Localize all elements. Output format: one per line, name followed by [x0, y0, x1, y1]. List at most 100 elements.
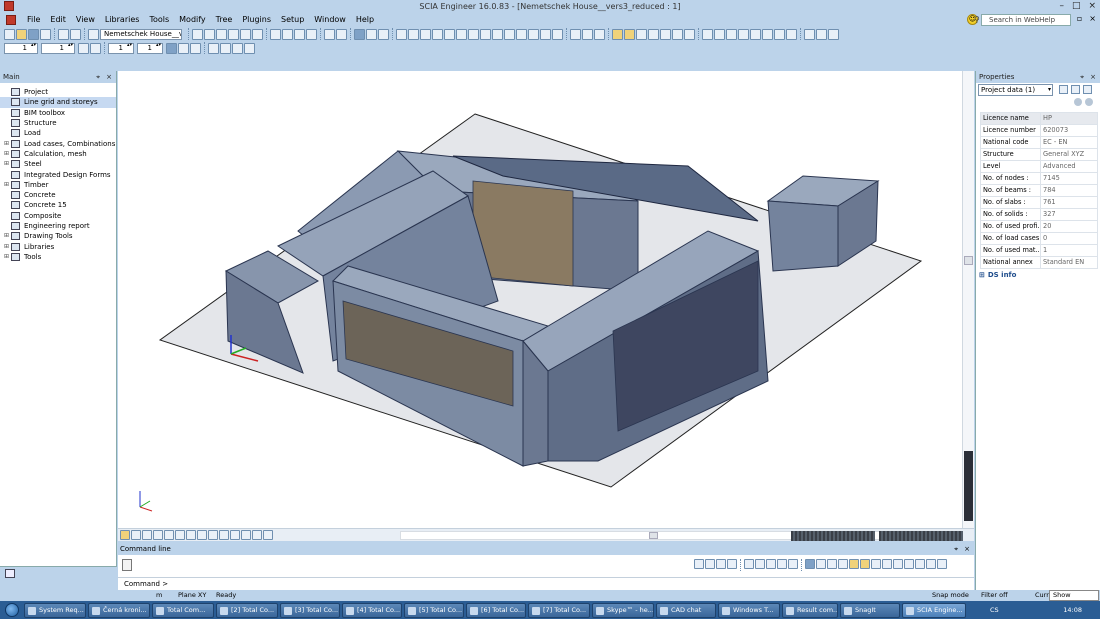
layer-icon-6[interactable]: [672, 28, 683, 40]
snap-icon-22[interactable]: [937, 559, 947, 569]
display-icon-3[interactable]: [726, 28, 737, 40]
tree-item[interactable]: Structure: [0, 118, 116, 128]
menu-setup[interactable]: Setup: [276, 13, 309, 27]
menu-help[interactable]: Help: [351, 13, 379, 27]
property-value[interactable]: 784: [1040, 184, 1098, 197]
property-value[interactable]: 327: [1040, 208, 1098, 221]
spin-1[interactable]: 1: [4, 42, 38, 54]
tree-item[interactable]: ⊞ Calculation, mesh: [0, 149, 116, 159]
tree-item[interactable]: Project: [0, 87, 116, 97]
snap-icon-4[interactable]: [727, 559, 737, 569]
menu-tree[interactable]: Tree: [211, 13, 238, 27]
save-all-icon[interactable]: [40, 28, 51, 40]
property-row[interactable]: No. of used profi... 20: [980, 220, 1098, 233]
select-filter-icon[interactable]: [1059, 85, 1068, 94]
taskbar-button[interactable]: [5] Total Co...: [404, 602, 464, 618]
expand-icon[interactable]: ⊞: [979, 271, 985, 279]
window-icon[interactable]: [88, 28, 99, 40]
view-icon-l[interactable]: [252, 530, 262, 540]
view-icon-5[interactable]: [240, 28, 251, 40]
close-doc-icon[interactable]: ×: [1089, 14, 1096, 23]
view-icon-1[interactable]: [192, 28, 203, 40]
redo-icon[interactable]: [70, 28, 81, 40]
snap-icon-21[interactable]: [926, 559, 936, 569]
snap-icon-15[interactable]: [860, 559, 870, 569]
property-row[interactable]: No. of load cases :0: [980, 232, 1098, 245]
close-pane-icon[interactable]: ×: [1090, 71, 1096, 83]
snap-icon-13[interactable]: [838, 559, 848, 569]
property-row[interactable]: No. of slabs :761: [980, 196, 1098, 209]
table-icon[interactable]: [324, 28, 335, 40]
snap-icon-1[interactable]: [694, 559, 704, 569]
minimize-icon[interactable]: –: [1059, 1, 1064, 11]
menu-edit[interactable]: Edit: [45, 13, 71, 27]
expand-icon[interactable]: ⊞: [4, 180, 11, 190]
zoom-icon-8[interactable]: [480, 28, 491, 40]
grid-icon[interactable]: [166, 42, 177, 54]
pin-icon[interactable]: ⌖: [954, 543, 958, 555]
property-value[interactable]: Standard EN: [1040, 256, 1098, 269]
paste-icon-2[interactable]: [244, 42, 255, 54]
spin-3[interactable]: 1: [108, 42, 134, 54]
property-value[interactable]: 7145: [1040, 172, 1098, 185]
zoom-icon-13[interactable]: [540, 28, 551, 40]
filter-icon[interactable]: [378, 28, 389, 40]
zoom-icon-14[interactable]: [552, 28, 563, 40]
new-icon[interactable]: [4, 28, 15, 40]
expand-icon[interactable]: ⊞: [4, 149, 11, 159]
storey-icon-2[interactable]: [90, 42, 101, 54]
tree-item[interactable]: ⊞ Tools: [0, 252, 116, 262]
properties-selector[interactable]: Project data (1): [978, 84, 1053, 96]
expand-icon[interactable]: ⊞: [4, 252, 11, 262]
app-icon[interactable]: [4, 1, 14, 11]
property-row[interactable]: Structure General XYZ: [980, 148, 1098, 161]
display-icon-2[interactable]: [714, 28, 725, 40]
view-icon-d[interactable]: [164, 530, 174, 540]
close-icon[interactable]: ×: [1088, 1, 1096, 11]
view-param-icon[interactable]: [120, 530, 130, 540]
view-icon-c[interactable]: [153, 530, 163, 540]
view-icon-4[interactable]: [228, 28, 239, 40]
table-icon-2[interactable]: [336, 28, 347, 40]
property-value[interactable]: HP: [1040, 112, 1098, 125]
tree-item[interactable]: Line grid and storeys: [0, 97, 116, 108]
undo-icon[interactable]: [58, 28, 69, 40]
property-value[interactable]: General XYZ: [1040, 148, 1098, 161]
snap-icon-5[interactable]: [744, 559, 754, 569]
snap-icon-16[interactable]: [871, 559, 881, 569]
copy-icon[interactable]: [220, 42, 231, 54]
open-icon[interactable]: [16, 28, 27, 40]
view-icon-g[interactable]: [197, 530, 207, 540]
grid-icon-3[interactable]: [190, 42, 201, 54]
close-pane-icon[interactable]: ×: [964, 543, 970, 555]
tree-item[interactable]: Integrated Design Forms: [0, 169, 116, 179]
tree-item[interactable]: BIM toolbox: [0, 108, 116, 118]
snap-icon-19[interactable]: [904, 559, 914, 569]
property-value[interactable]: 620073: [1040, 124, 1098, 137]
ds-info-group[interactable]: ⊞ DS info: [979, 271, 1016, 279]
layer-icon-7[interactable]: [684, 28, 695, 40]
view-icon-m[interactable]: [263, 530, 273, 540]
visibility-icon[interactable]: [804, 28, 815, 40]
action-icon[interactable]: [1074, 98, 1082, 106]
viewport-vertical-scrollbar[interactable]: [962, 71, 974, 528]
language-indicator[interactable]: CS: [990, 601, 999, 619]
snap-icon-10[interactable]: [805, 559, 815, 569]
dark-scroll-segment[interactable]: [791, 531, 875, 541]
view-icon-3[interactable]: [216, 28, 227, 40]
display-icon-8[interactable]: [786, 28, 797, 40]
snap-icon-3[interactable]: [716, 559, 726, 569]
zoom-icon-6[interactable]: [456, 28, 467, 40]
taskbar-button[interactable]: Result com...: [782, 602, 838, 618]
zoom-in-icon[interactable]: [396, 28, 407, 40]
render-icon-2[interactable]: [582, 28, 593, 40]
print-icon[interactable]: [270, 28, 281, 40]
property-row[interactable]: Licence number 620073: [980, 124, 1098, 137]
edit-icon[interactable]: [1083, 85, 1092, 94]
taskbar-button[interactable]: Černá kroni...: [88, 602, 150, 618]
snap-icon-9[interactable]: [788, 559, 798, 569]
display-icon-4[interactable]: [738, 28, 749, 40]
snap-icon-17[interactable]: [882, 559, 892, 569]
taskbar-button[interactable]: Total Com...: [152, 602, 214, 618]
storey-icon[interactable]: [78, 42, 89, 54]
